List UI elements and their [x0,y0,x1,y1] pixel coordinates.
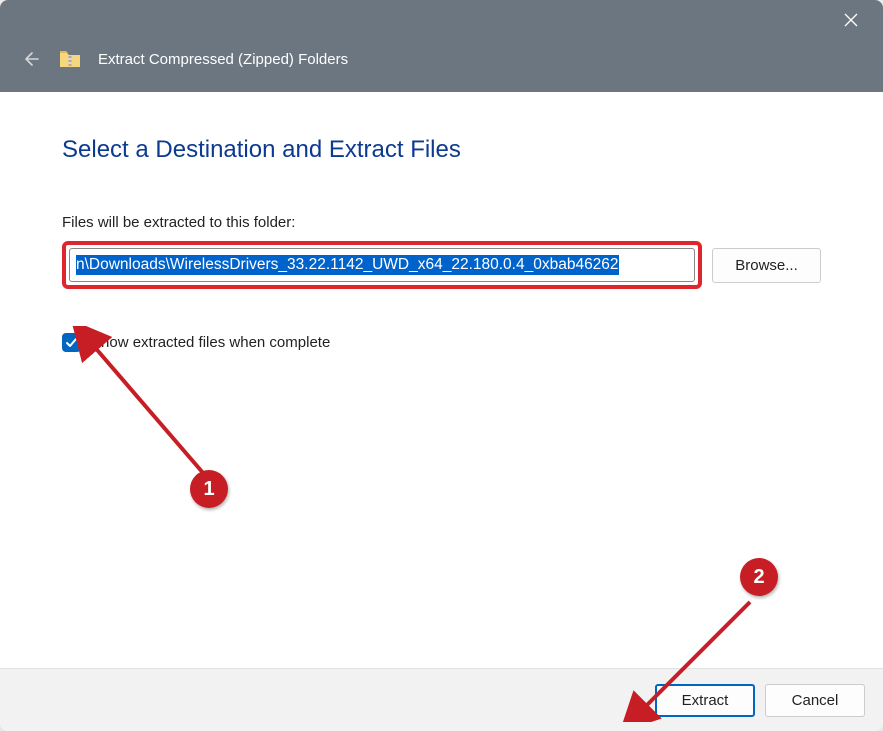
titlebar: Extract Compressed (Zipped) Folders [0,0,883,92]
back-button[interactable] [18,47,42,71]
page-heading: Select a Destination and Extract Files [62,136,821,164]
show-files-checkbox-label[interactable]: Show extracted files when complete [91,334,330,351]
cancel-button[interactable]: Cancel [765,684,865,717]
destination-path-input[interactable]: n\Downloads\WirelessDrivers_33.22.1142_U… [69,248,695,282]
content-area: Select a Destination and Extract Files F… [0,92,883,668]
wizard-title: Extract Compressed (Zipped) Folders [98,51,348,68]
path-highlight-annotation: n\Downloads\WirelessDrivers_33.22.1142_U… [62,241,702,289]
checkmark-icon [65,336,78,349]
titlebar-controls [0,0,883,40]
folder-label: Files will be extracted to this folder: [62,214,821,231]
extract-button[interactable]: Extract [655,684,755,717]
close-button[interactable] [829,4,873,36]
extract-wizard-window: Extract Compressed (Zipped) Folders Sele… [0,0,883,731]
close-icon [844,13,858,27]
titlebar-main: Extract Compressed (Zipped) Folders [0,40,883,92]
zipped-folder-icon [60,50,80,68]
annotation-marker-1: 1 [190,470,228,508]
path-text-selected: n\Downloads\WirelessDrivers_33.22.1142_U… [76,255,619,275]
browse-button[interactable]: Browse... [712,248,821,283]
footer: Extract Cancel [0,668,883,731]
path-row: n\Downloads\WirelessDrivers_33.22.1142_U… [62,241,821,289]
annotation-marker-2: 2 [740,558,778,596]
show-files-checkbox-row: Show extracted files when complete [62,333,821,352]
back-arrow-icon [21,50,39,68]
show-files-checkbox[interactable] [62,333,81,352]
